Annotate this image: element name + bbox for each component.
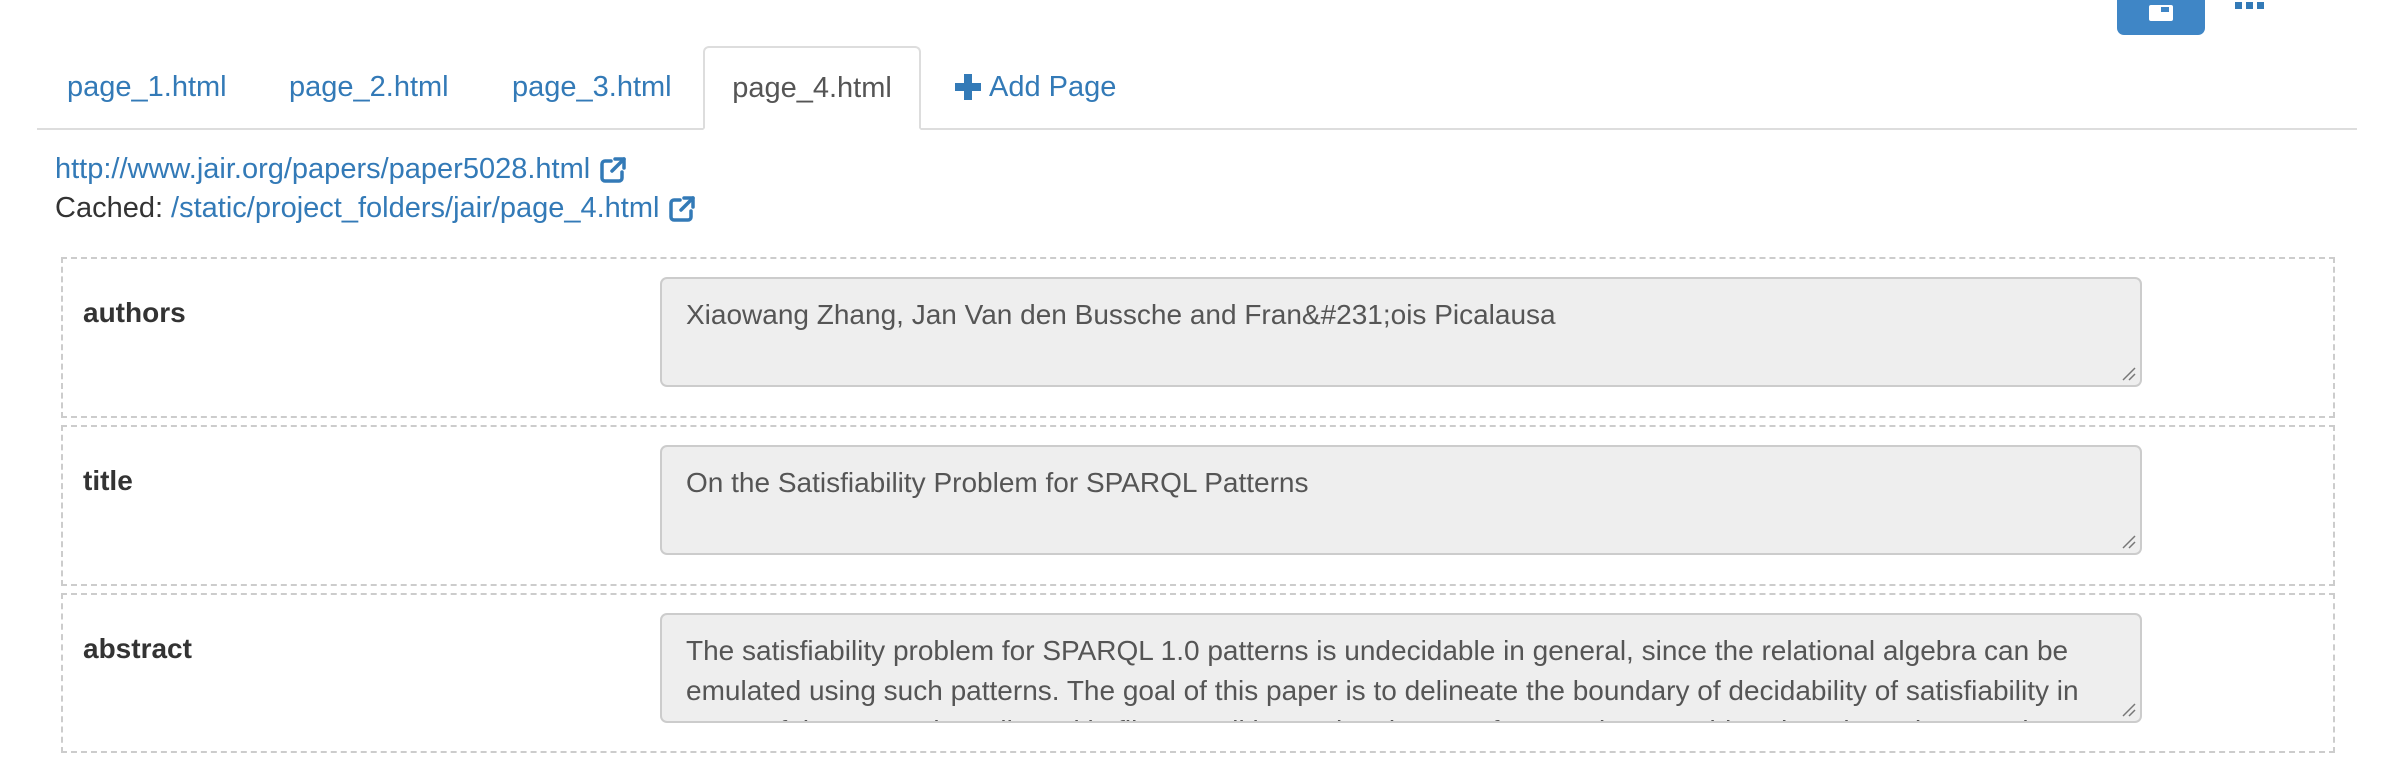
source-url-line: http://www.jair.org/papers/paper5028.htm… bbox=[55, 153, 627, 186]
title-textarea[interactable]: On the Satisfiability Problem for SPARQL… bbox=[660, 445, 2142, 555]
add-page-label: Add Page bbox=[989, 70, 1117, 103]
add-page-button[interactable]: Add Page bbox=[955, 46, 1116, 128]
field-row-abstract: abstract The satisfiability problem for … bbox=[61, 593, 2335, 753]
field-value-text: On the Satisfiability Problem for SPARQL… bbox=[686, 467, 1309, 498]
tab-page-3[interactable]: page_3.html bbox=[512, 46, 672, 128]
resize-grip-icon[interactable] bbox=[2120, 365, 2136, 381]
plus-icon bbox=[955, 74, 981, 100]
page-tabs: page_1.html page_2.html page_3.html page… bbox=[37, 46, 2357, 130]
tab-label: page_1.html bbox=[67, 70, 227, 103]
tab-page-2[interactable]: page_2.html bbox=[289, 46, 449, 128]
field-value-text: Xiaowang Zhang, Jan Van den Bussche and … bbox=[686, 299, 1556, 330]
tab-page-1[interactable]: page_1.html bbox=[67, 46, 227, 128]
field-label: abstract bbox=[83, 633, 192, 664]
external-link-icon[interactable] bbox=[668, 195, 696, 223]
ellipsis-icon[interactable] bbox=[2235, 0, 2265, 10]
tab-label: page_2.html bbox=[289, 70, 449, 103]
cached-url-line: Cached: /static/project_folders/jair/pag… bbox=[55, 192, 696, 225]
source-url-link[interactable]: http://www.jair.org/papers/paper5028.htm… bbox=[55, 153, 590, 186]
page: page_1.html page_2.html page_3.html page… bbox=[0, 0, 2388, 774]
tab-label: page_4.html bbox=[732, 71, 892, 104]
cached-label: Cached: bbox=[55, 192, 164, 224]
resize-grip-icon[interactable] bbox=[2120, 533, 2136, 549]
field-label: title bbox=[83, 465, 133, 496]
field-row-title: title On the Satisfiability Problem for … bbox=[61, 425, 2335, 586]
abstract-textarea[interactable]: The satisfiability problem for SPARQL 1.… bbox=[660, 613, 2142, 723]
field-value-text: The satisfiability problem for SPARQL 1.… bbox=[686, 635, 2079, 721]
tab-page-4[interactable]: page_4.html bbox=[703, 46, 921, 130]
field-label: authors bbox=[83, 297, 186, 328]
external-link-icon[interactable] bbox=[599, 156, 627, 184]
save-button[interactable] bbox=[2117, 0, 2205, 35]
field-row-authors: authors Xiaowang Zhang, Jan Van den Buss… bbox=[61, 257, 2335, 418]
authors-textarea[interactable]: Xiaowang Zhang, Jan Van den Bussche and … bbox=[660, 277, 2142, 387]
save-icon bbox=[2149, 4, 2173, 21]
resize-grip-icon[interactable] bbox=[2120, 701, 2136, 717]
cached-url-link[interactable]: /static/project_folders/jair/page_4.html bbox=[171, 192, 659, 225]
tab-label: page_3.html bbox=[512, 70, 672, 103]
